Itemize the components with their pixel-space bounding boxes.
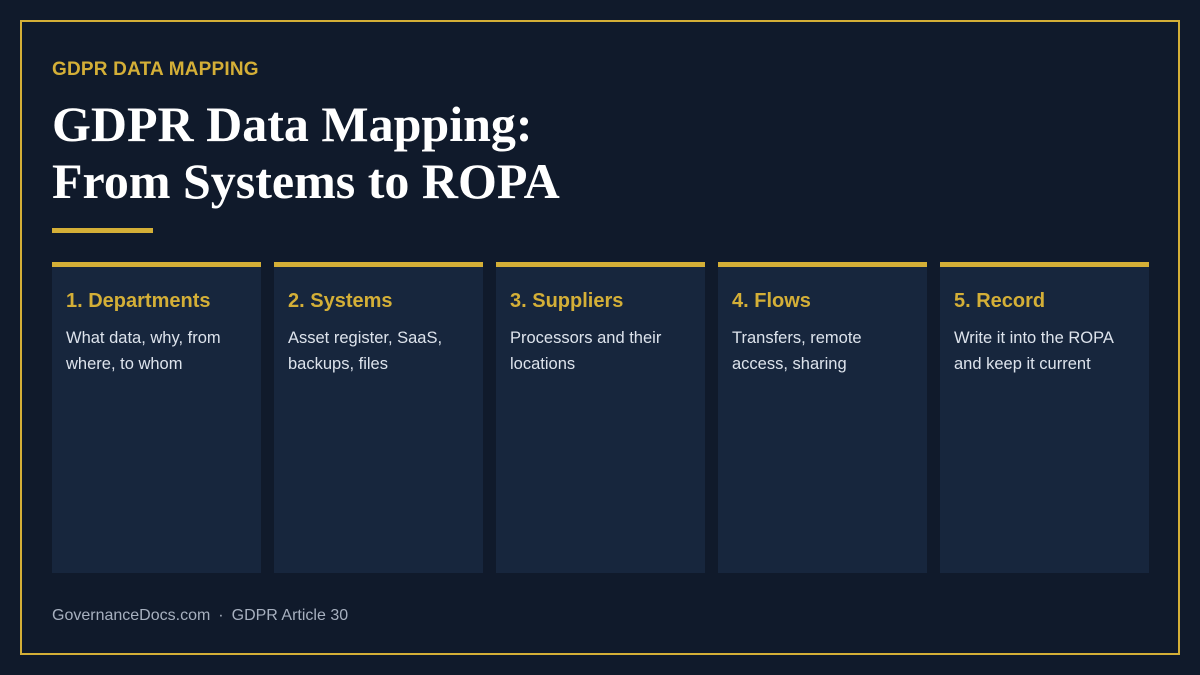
title-underline (52, 228, 153, 233)
title-line-2: From Systems to ROPA (52, 153, 560, 209)
step-card-departments: 1. Departments What data, why, from wher… (52, 262, 261, 573)
title-line-1: GDPR Data Mapping: (52, 96, 533, 152)
footer-reference: GDPR Article 30 (231, 607, 349, 624)
step-title: 2. Systems (288, 290, 393, 312)
eyebrow-label: GDPR DATA MAPPING (52, 59, 259, 80)
step-title: 4. Flows (732, 290, 811, 312)
step-title: 1. Departments (66, 290, 211, 312)
step-description: What data, why, from where, to whom (66, 329, 221, 373)
step-card-record: 5. Record Write it into the ROPA and kee… (940, 262, 1149, 573)
step-card-systems: 2. Systems Asset register, SaaS, backups… (274, 262, 483, 573)
step-cards: 1. Departments What data, why, from wher… (52, 262, 1149, 573)
step-card-flows: 4. Flows Transfers, remote access, shari… (718, 262, 927, 573)
step-card-suppliers: 3. Suppliers Processors and their locati… (496, 262, 705, 573)
footer-separator: · (218, 607, 224, 624)
footer: GovernanceDocs.com · GDPR Article 30 (52, 606, 348, 626)
step-description: Write it into the ROPA and keep it curre… (954, 329, 1113, 373)
footer-site: GovernanceDocs.com (52, 607, 211, 624)
step-description: Processors and their locations (510, 329, 662, 373)
step-title: 3. Suppliers (510, 290, 624, 312)
step-title: 5. Record (954, 290, 1046, 312)
step-description: Asset register, SaaS, backups, files (288, 329, 443, 373)
page-title: GDPR Data Mapping: From Systems to ROPA (52, 96, 560, 210)
step-description: Transfers, remote access, sharing (732, 329, 862, 373)
